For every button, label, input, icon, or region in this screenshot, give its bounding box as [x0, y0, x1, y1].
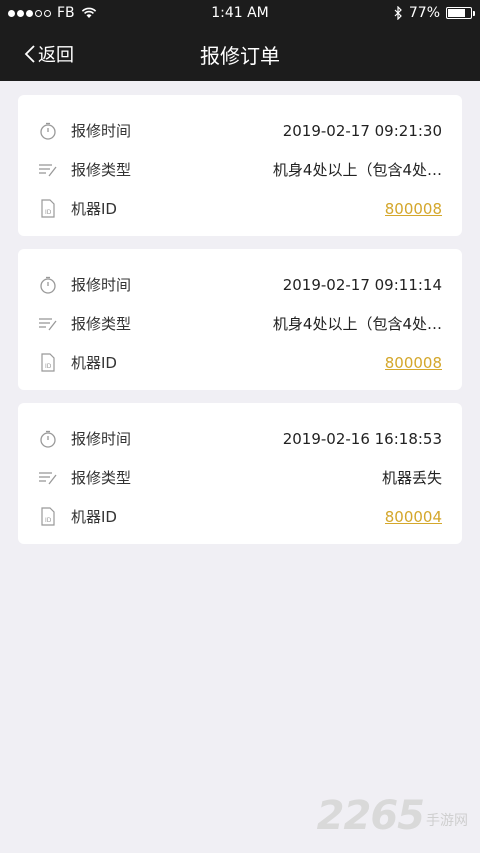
- repair-type-label: 报修类型: [71, 161, 132, 179]
- stopwatch-icon: [38, 429, 58, 449]
- repair-type-row: 报修类型 机身4处以上（包含4处…: [38, 304, 442, 343]
- page-title: 报修订单: [200, 44, 280, 68]
- repair-type-value: 机身4处以上（包含4处…: [272, 315, 442, 333]
- repair-time-row: 报修时间 2019-02-17 09:11:14: [38, 265, 442, 304]
- watermark-number: 2265: [316, 793, 425, 839]
- machine-id-label: 机器ID: [71, 508, 117, 526]
- repair-type-label: 报修类型: [71, 469, 132, 487]
- document-icon: ID: [38, 199, 58, 219]
- top-bar: FB 1:41 AM 77% 返回 报修订单: [0, 0, 480, 81]
- repair-type-row: 报修类型 机器丢失: [38, 458, 442, 497]
- battery-percent: 77%: [408, 5, 440, 21]
- machine-id-link[interactable]: 800008: [385, 354, 442, 372]
- machine-id-link[interactable]: 800004: [385, 508, 442, 526]
- repair-type-value: 机身4处以上（包含4处…: [272, 161, 442, 179]
- repair-type-label: 报修类型: [71, 315, 132, 333]
- repair-type-value: 机器丢失: [381, 469, 442, 487]
- document-icon: ID: [38, 353, 58, 373]
- status-bar: FB 1:41 AM 77%: [0, 0, 480, 28]
- repair-time-row: 报修时间 2019-02-17 09:21:30: [38, 111, 442, 150]
- machine-id-link[interactable]: 800008: [385, 200, 442, 218]
- machine-id-label: 机器ID: [71, 200, 117, 218]
- status-right: 77%: [394, 5, 475, 21]
- list-edit-icon: [38, 314, 58, 334]
- nav-bar: 返回 报修订单: [0, 28, 480, 81]
- battery-fill: [448, 9, 465, 17]
- list-edit-icon: [38, 468, 58, 488]
- machine-id-row: ID 机器ID 800008: [38, 343, 442, 382]
- stopwatch-icon: [38, 121, 58, 141]
- svg-text:ID: ID: [45, 363, 52, 370]
- repair-time-label: 报修时间: [71, 276, 132, 294]
- svg-text:ID: ID: [45, 209, 52, 216]
- stopwatch-icon: [38, 275, 58, 295]
- watermark-text: 手游网: [426, 813, 468, 829]
- list-edit-icon: [38, 160, 58, 180]
- order-card[interactable]: 报修时间 2019-02-17 09:21:30 报修类型 机身4处以上（包含4…: [18, 95, 462, 236]
- repair-time-value: 2019-02-16 16:18:53: [282, 429, 442, 448]
- repair-time-value: 2019-02-17 09:11:14: [282, 275, 442, 294]
- svg-text:ID: ID: [45, 517, 52, 524]
- repair-time-label: 报修时间: [71, 122, 132, 140]
- repair-time-row: 报修时间 2019-02-16 16:18:53: [38, 419, 442, 458]
- watermark-logo: 2265 手游网: [317, 793, 468, 839]
- repair-type-row: 报修类型 机身4处以上（包含4处…: [38, 150, 442, 189]
- machine-id-label: 机器ID: [71, 354, 117, 372]
- order-card[interactable]: 报修时间 2019-02-16 16:18:53 报修类型 机器丢失 ID 机器…: [18, 403, 462, 544]
- repair-time-value: 2019-02-17 09:21:30: [282, 121, 442, 140]
- bluetooth-icon: [394, 6, 402, 20]
- battery-icon: [446, 7, 475, 19]
- order-list: 报修时间 2019-02-17 09:21:30 报修类型 机身4处以上（包含4…: [0, 81, 480, 544]
- machine-id-row: ID 机器ID 800008: [38, 189, 442, 228]
- document-icon: ID: [38, 507, 58, 527]
- repair-time-label: 报修时间: [71, 430, 132, 448]
- order-card[interactable]: 报修时间 2019-02-17 09:11:14 报修类型 机身4处以上（包含4…: [18, 249, 462, 390]
- machine-id-row: ID 机器ID 800004: [38, 497, 442, 536]
